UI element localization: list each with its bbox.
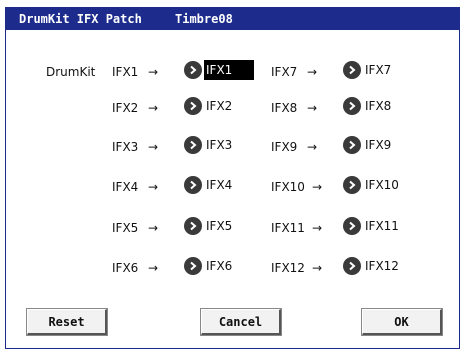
ifx5-label: IFX5: [112, 221, 139, 235]
ifx3-value: IFX3: [206, 138, 233, 152]
chevron-right-icon: [184, 97, 202, 115]
dialog-title: DrumKit IFX Patch: [19, 12, 142, 26]
chevron-right-icon: [343, 176, 361, 194]
ifx11-value: IFX11: [365, 219, 399, 233]
ifx4-arrow: →: [148, 180, 159, 194]
ifx8-selector[interactable]: IFX8: [343, 95, 394, 117]
ifx12-arrow: →: [312, 261, 323, 275]
ifx10-arrow: →: [312, 180, 323, 194]
chevron-right-icon: [184, 176, 202, 194]
reset-button[interactable]: Reset: [27, 309, 107, 335]
ifx1-value: IFX1: [204, 60, 255, 80]
ifx1-arrow: →: [148, 65, 159, 79]
chevron-right-icon: [343, 257, 361, 275]
ifx2-label: IFX2: [112, 101, 139, 115]
chevron-right-icon: [184, 257, 202, 275]
ifx9-selector[interactable]: IFX9: [343, 134, 394, 156]
ifx7-selector[interactable]: IFX7: [343, 59, 394, 81]
chevron-right-icon: [184, 217, 202, 235]
ifx10-label: IFX10: [271, 180, 305, 194]
ifx5-value: IFX5: [206, 219, 233, 233]
ifx10-selector[interactable]: IFX10: [343, 174, 402, 196]
drumkit-label: DrumKit: [46, 65, 96, 79]
ifx3-label: IFX3: [112, 140, 139, 154]
timbre-name: Timbre08: [175, 12, 233, 26]
ifx4-value: IFX4: [206, 178, 233, 192]
ifx7-value: IFX7: [365, 63, 392, 77]
ifx11-selector[interactable]: IFX11: [343, 215, 402, 237]
ifx1-label: IFX1: [112, 65, 139, 79]
ifx5-arrow: →: [148, 221, 159, 235]
ifx4-selector[interactable]: IFX4: [184, 174, 235, 196]
ifx10-value: IFX10: [365, 178, 399, 192]
ifx5-selector[interactable]: IFX5: [184, 215, 235, 237]
chevron-right-icon: [184, 136, 202, 154]
ifx3-arrow: →: [148, 140, 159, 154]
ifx12-selector[interactable]: IFX12: [343, 255, 402, 277]
ifx8-label: IFX8: [271, 101, 298, 115]
ifx6-value: IFX6: [206, 259, 233, 273]
ifx6-selector[interactable]: IFX6: [184, 255, 235, 277]
ifx12-value: IFX12: [365, 259, 399, 273]
ifx1-selector[interactable]: IFX1: [184, 59, 255, 81]
cancel-button[interactable]: Cancel: [201, 309, 281, 335]
ifx12-label: IFX12: [271, 261, 305, 275]
ifx2-selector[interactable]: IFX2: [184, 95, 235, 117]
chevron-right-icon: [343, 217, 361, 235]
ifx7-arrow: →: [307, 65, 318, 79]
ok-button[interactable]: OK: [362, 309, 442, 335]
chevron-right-icon: [343, 61, 361, 79]
ifx8-arrow: →: [307, 101, 318, 115]
ifx6-label: IFX6: [112, 261, 139, 275]
ifx7-label: IFX7: [271, 65, 298, 79]
chevron-right-icon: [343, 97, 361, 115]
ifx4-label: IFX4: [112, 180, 139, 194]
ifx9-label: IFX9: [271, 140, 298, 154]
ifx11-label: IFX11: [271, 221, 305, 235]
ifx11-arrow: →: [312, 221, 323, 235]
ifx3-selector[interactable]: IFX3: [184, 134, 235, 156]
chevron-right-icon: [184, 61, 202, 79]
ifx8-value: IFX8: [365, 99, 392, 113]
chevron-right-icon: [343, 136, 361, 154]
ifx6-arrow: →: [148, 261, 159, 275]
ifx2-value: IFX2: [206, 99, 233, 113]
ifx9-value: IFX9: [365, 138, 392, 152]
ifx2-arrow: →: [148, 101, 159, 115]
ifx9-arrow: →: [307, 140, 318, 154]
title-bar: DrumKit IFX Patch Timbre08: [6, 8, 459, 30]
